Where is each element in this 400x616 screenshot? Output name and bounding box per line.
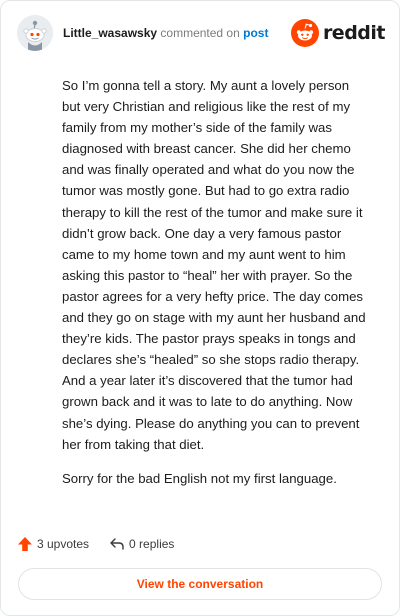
reddit-logo[interactable]: reddit [290, 18, 386, 48]
comment-card: Little_wasawsky commented on post reddit… [0, 0, 400, 616]
username[interactable]: Little_wasawsky [63, 26, 157, 40]
comment-actions: 3 upvotes 0 replies [17, 533, 194, 555]
reply-count: 0 replies [129, 537, 175, 551]
user-avatar[interactable] [17, 15, 53, 51]
byline-text: commented on [160, 26, 240, 40]
reddit-wordmark: reddit [322, 22, 386, 44]
comment-paragraph: Sorry for the bad English not my first l… [62, 470, 337, 486]
comment-header: Little_wasawsky commented on post reddit [17, 15, 386, 55]
reddit-snoo-icon [290, 19, 319, 47]
reply-arrow-icon [110, 538, 124, 550]
comment-byline: Little_wasawsky commented on post [63, 26, 268, 40]
post-link[interactable]: post [243, 26, 268, 40]
upvote-count: 3 upvotes [37, 537, 90, 551]
upvote-arrow-icon [18, 537, 32, 551]
snoo-avatar-icon [17, 15, 53, 51]
upvote-button[interactable]: 3 upvotes [17, 536, 89, 552]
comment-paragraph: So I’m gonna tell a story. My aunt a lov… [62, 78, 366, 452]
view-conversation-button[interactable]: View the conversation [18, 568, 382, 600]
comment-body: So I’m gonna tell a story. My aunt a lov… [62, 75, 371, 502]
reply-button[interactable]: 0 replies [109, 536, 174, 552]
